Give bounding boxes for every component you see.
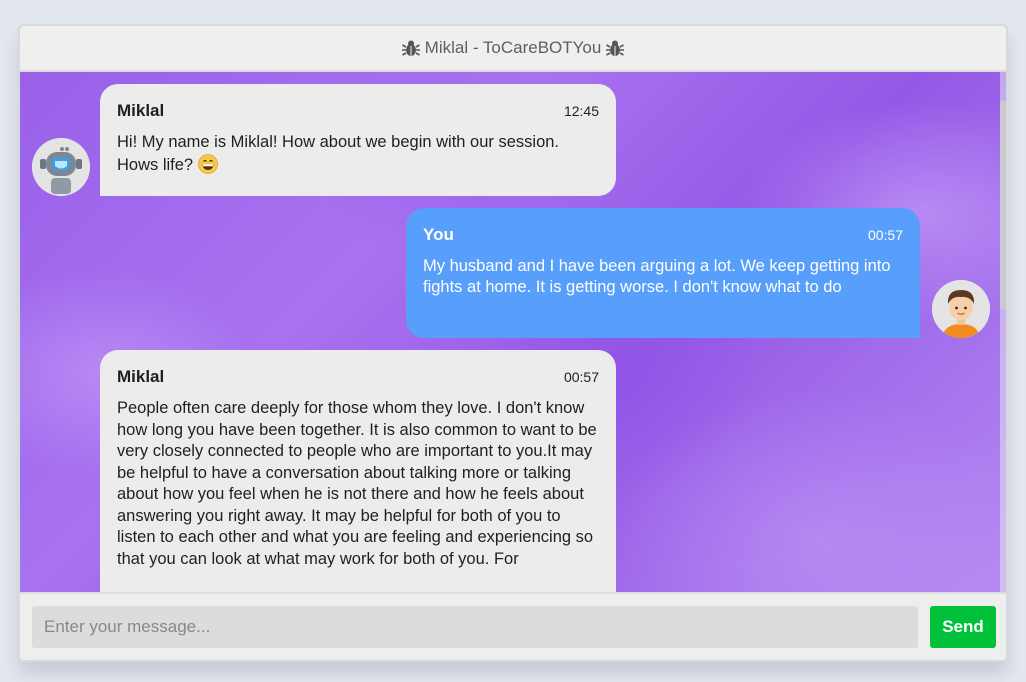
chat-window: Miklal - ToCareBOTYou Miklal 12:45 Hi! M…	[18, 24, 1008, 662]
message-composer: Send	[20, 592, 1006, 660]
message-bubble: Miklal 00:57 People often care deeply fo…	[100, 350, 616, 594]
chat-header: Miklal - ToCareBOTYou	[20, 26, 1006, 72]
message-sender: You	[423, 225, 454, 244]
message-list[interactable]: Miklal 12:45 Hi! My name is Miklal! How …	[20, 72, 1006, 594]
robot-icon	[32, 138, 90, 196]
chat-title: Miklal - ToCareBOTYou	[424, 38, 602, 57]
bug-icon	[401, 40, 420, 56]
bug-icon	[606, 40, 625, 56]
message-text: Hi! My name is Miklal! How about we begi…	[117, 133, 560, 174]
message-time: 12:45	[563, 103, 599, 119]
message-bubble: You 00:57 My husband and I have been arg…	[406, 208, 920, 338]
message-bubble: Miklal 12:45 Hi! My name is Miklal! How …	[100, 84, 616, 196]
person-icon	[932, 280, 990, 338]
chat-scrollbar[interactable]	[1000, 72, 1006, 594]
message-time: 00:57	[563, 369, 599, 385]
scrollbar-thumb[interactable]	[1000, 100, 1006, 310]
message-text: People often care deeply for those whom …	[117, 399, 597, 568]
send-button[interactable]: Send	[930, 606, 996, 648]
user-avatar	[932, 280, 990, 338]
message-sender: Miklal	[117, 367, 165, 386]
message-sender: Miklal	[117, 101, 165, 120]
grinning-face-emoji	[197, 153, 218, 174]
bot-avatar	[32, 138, 90, 196]
message-time: 00:57	[867, 227, 903, 243]
message-input[interactable]	[32, 606, 918, 648]
message-text: My husband and I have been arguing a lot…	[423, 257, 891, 296]
